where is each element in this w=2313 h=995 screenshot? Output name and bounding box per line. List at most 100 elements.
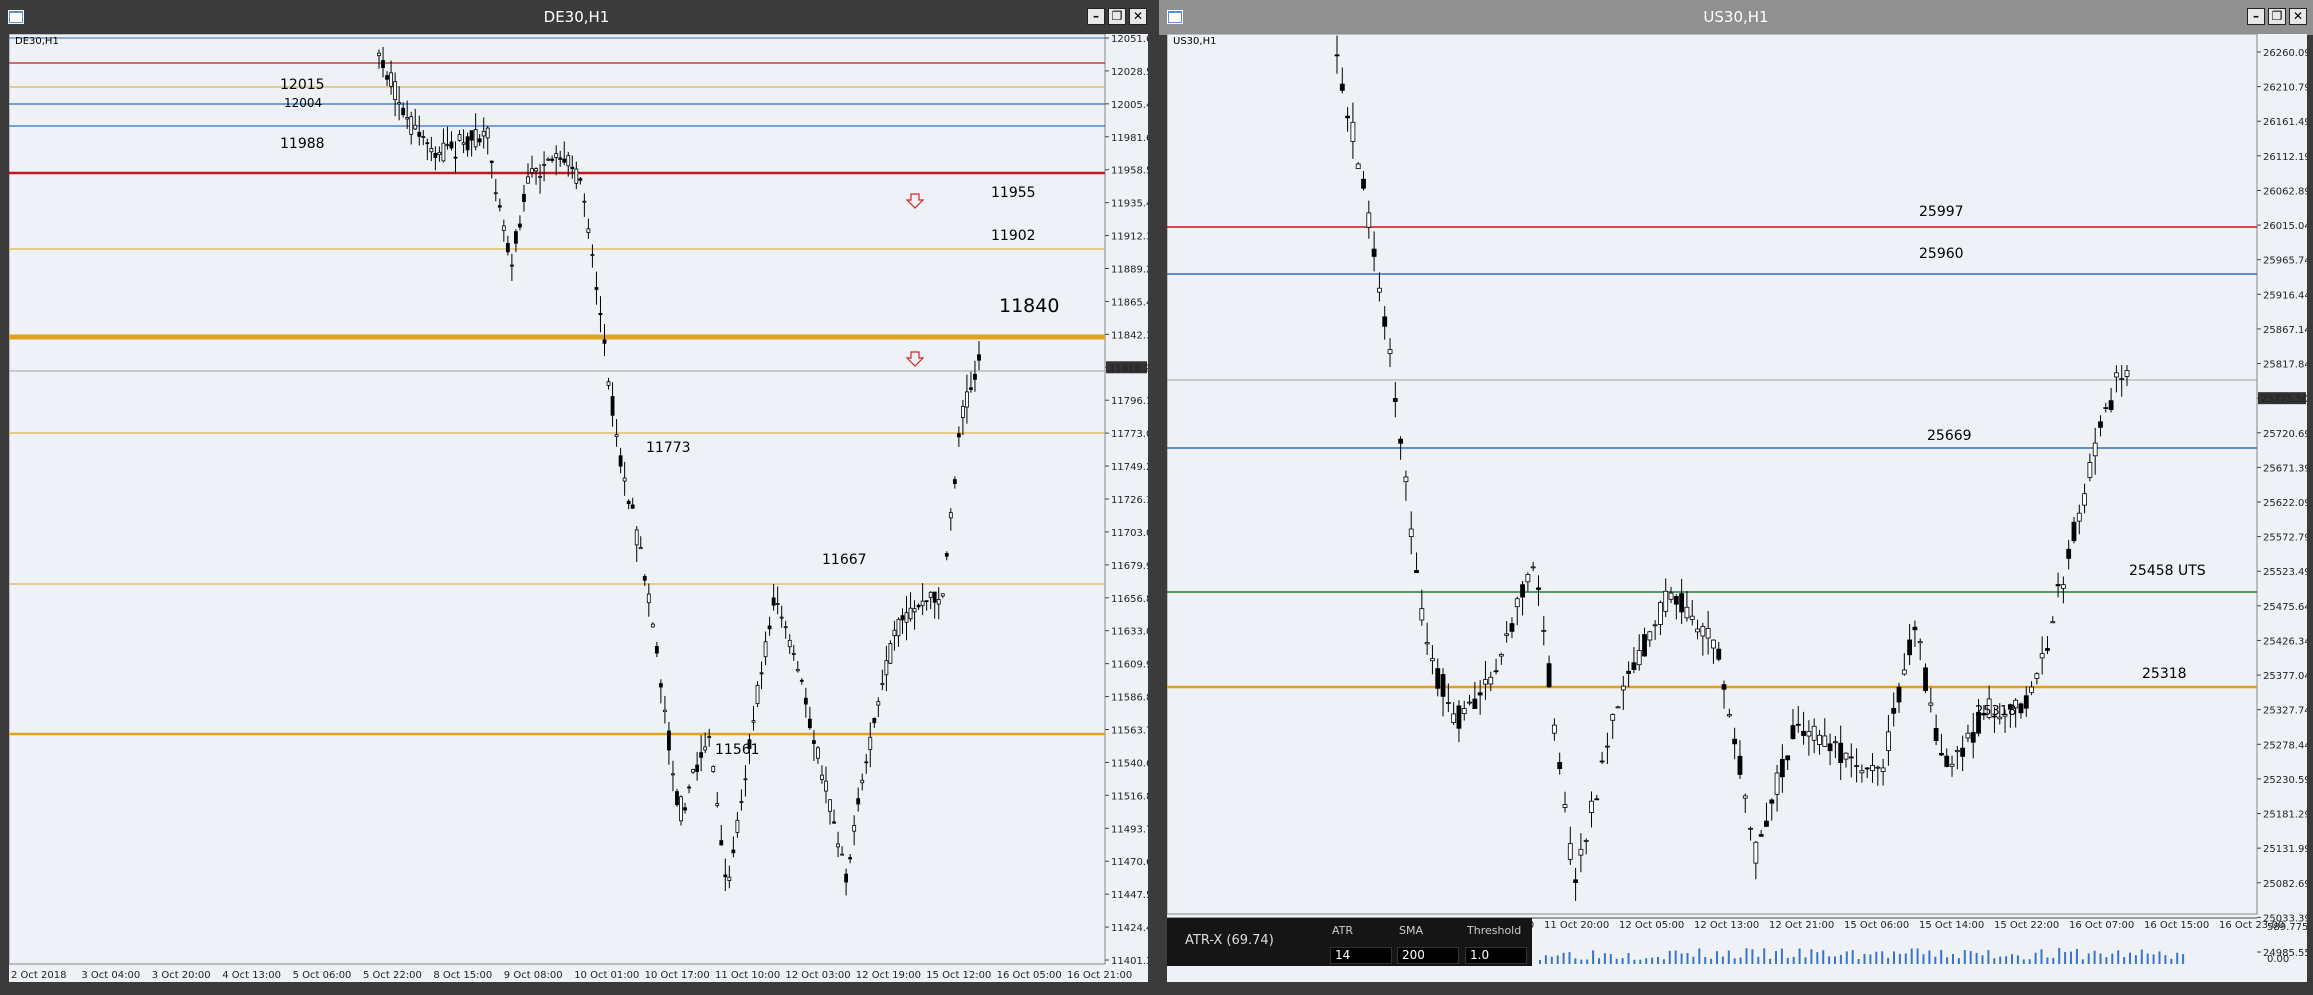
candle-body <box>896 618 901 637</box>
candle-body <box>2119 378 2125 380</box>
level-label: 25997 <box>1919 204 1964 220</box>
price-label: 25230.59 <box>2263 775 2307 786</box>
atr-bar <box>1544 955 1547 964</box>
candle-body <box>2055 584 2061 587</box>
candle-body <box>1758 834 1764 837</box>
atr-period-input[interactable]: 14 <box>1330 947 1392 964</box>
candle-body <box>924 600 929 603</box>
candle-body <box>622 477 627 482</box>
candle-body <box>1753 841 1759 864</box>
atr-bar <box>1993 958 1996 964</box>
close-icon[interactable]: ✕ <box>1129 8 1147 25</box>
candle-body <box>1806 731 1812 737</box>
price-label: 25181.29 <box>2263 810 2307 821</box>
candle-body <box>1795 723 1801 726</box>
candle-body <box>2076 512 2082 522</box>
restore-icon[interactable]: ❐ <box>2268 8 2286 25</box>
price-label: 12028.52 <box>1111 67 1148 78</box>
candle-body <box>489 160 494 163</box>
atr-bar <box>1710 958 1713 964</box>
atr-indicator-panel[interactable]: ATR-X (69.74) ATR 14 SMA 200 Threshold 1… <box>1167 918 1532 966</box>
candle-body <box>1334 54 1340 57</box>
title-bar[interactable]: US30,H1 – ❐ ✕ <box>1159 0 2313 35</box>
candle-body <box>932 591 937 603</box>
candle-body <box>2082 493 2087 506</box>
time-label: 15 Oct 12:00 <box>926 970 991 981</box>
candle-body <box>1886 731 1891 751</box>
candle-body <box>2060 584 2066 589</box>
atr-bar <box>1698 948 1701 964</box>
atr-bar <box>1769 958 1772 964</box>
candle-body <box>936 598 941 605</box>
time-label: 16 Oct 21:00 <box>1067 970 1132 981</box>
down-arrow-icon <box>905 351 925 367</box>
candle-body <box>1387 349 1393 354</box>
time-label: 5 Oct 22:00 <box>363 970 422 981</box>
candle-body <box>465 136 470 151</box>
threshold-input[interactable]: 1.0 <box>1465 947 1527 964</box>
candle-body <box>638 547 643 550</box>
candle-body <box>1684 606 1690 619</box>
candle-body <box>630 504 635 509</box>
atr-bar <box>1922 954 1925 964</box>
candle-body <box>566 155 571 167</box>
atr-bar <box>2117 950 2120 964</box>
price-chart[interactable]: 12051.62 12028.52 12005.42 11981.62 11958.52… <box>9 34 1148 982</box>
sma-period-input[interactable]: 200 <box>1397 947 1459 964</box>
candle-body <box>2034 673 2040 679</box>
candle-body <box>1896 686 1902 703</box>
candle-body <box>658 683 663 688</box>
atr-bar <box>1568 952 1571 964</box>
candle-body <box>1589 800 1594 813</box>
time-label: 3 Oct 20:00 <box>152 970 211 981</box>
atr-bar <box>1733 958 1736 964</box>
atr-bar <box>1910 948 1913 964</box>
atr-bar <box>1598 958 1600 964</box>
price-label: 25572.79 <box>2263 533 2307 544</box>
candle-body <box>969 387 973 390</box>
price-label: 26112.19 <box>2263 152 2307 163</box>
candle-body <box>389 72 393 87</box>
atr-bar <box>2070 951 2072 964</box>
restore-icon[interactable]: ❐ <box>1108 8 1126 25</box>
atr-bar <box>1969 951 1972 964</box>
candle-body <box>948 512 953 519</box>
candle-body <box>1933 727 1939 741</box>
us30-chart-window[interactable]: US30,H1 – ❐ ✕ 26260.09 26210.79 26161.49 26… <box>1159 0 2313 995</box>
level-label: 12004 <box>284 96 323 110</box>
close-icon[interactable]: ✕ <box>2289 8 2307 25</box>
candle-body <box>501 225 506 231</box>
atr-bar <box>1692 956 1695 964</box>
candle-body <box>542 163 547 166</box>
candle-body <box>1461 708 1467 714</box>
atr-bar <box>1633 959 1636 964</box>
atr-bar <box>1957 958 1960 964</box>
candle-body <box>916 604 921 608</box>
candle-body <box>417 131 422 137</box>
candle-body <box>558 157 563 160</box>
candle-body <box>824 780 828 792</box>
atr-bar <box>2111 953 2114 964</box>
candlestick-chart[interactable]: 12051.62 12028.52 12005.42 11981.62 11958.52… <box>9 34 1148 982</box>
candle-body <box>1811 725 1817 741</box>
candle-body <box>1551 724 1557 734</box>
atr-bar <box>1680 953 1683 964</box>
price-label: 25426.34 <box>2263 636 2307 647</box>
candle-body <box>791 653 796 655</box>
de30-chart-window[interactable]: DE30,H1 – ❐ ✕ 12051.62 12028.52 12005.42 11… <box>0 0 1153 995</box>
price-chart[interactable]: 26260.09 26210.79 26161.49 26112.19 26062.89… <box>1167 34 2307 982</box>
candle-body <box>1339 83 1345 91</box>
candle-body <box>1493 670 1499 673</box>
candle-body <box>1711 639 1716 649</box>
price-label: 11981.62 <box>1111 133 1148 144</box>
atr-bar <box>1745 948 1748 964</box>
candlestick-chart[interactable]: 26260.09 26210.79 26161.49 26112.19 26062.89… <box>1167 34 2307 982</box>
atr-bar <box>2152 954 2155 964</box>
title-bar[interactable]: DE30,H1 – ❐ ✕ <box>0 0 1153 35</box>
atr-bar <box>2058 948 2061 964</box>
current-price-label: 11816.20 <box>1109 363 1148 374</box>
minimize-icon[interactable]: – <box>1087 8 1105 25</box>
candle-body <box>860 779 865 784</box>
candle-body <box>679 796 683 822</box>
minimize-icon[interactable]: – <box>2247 8 2265 25</box>
